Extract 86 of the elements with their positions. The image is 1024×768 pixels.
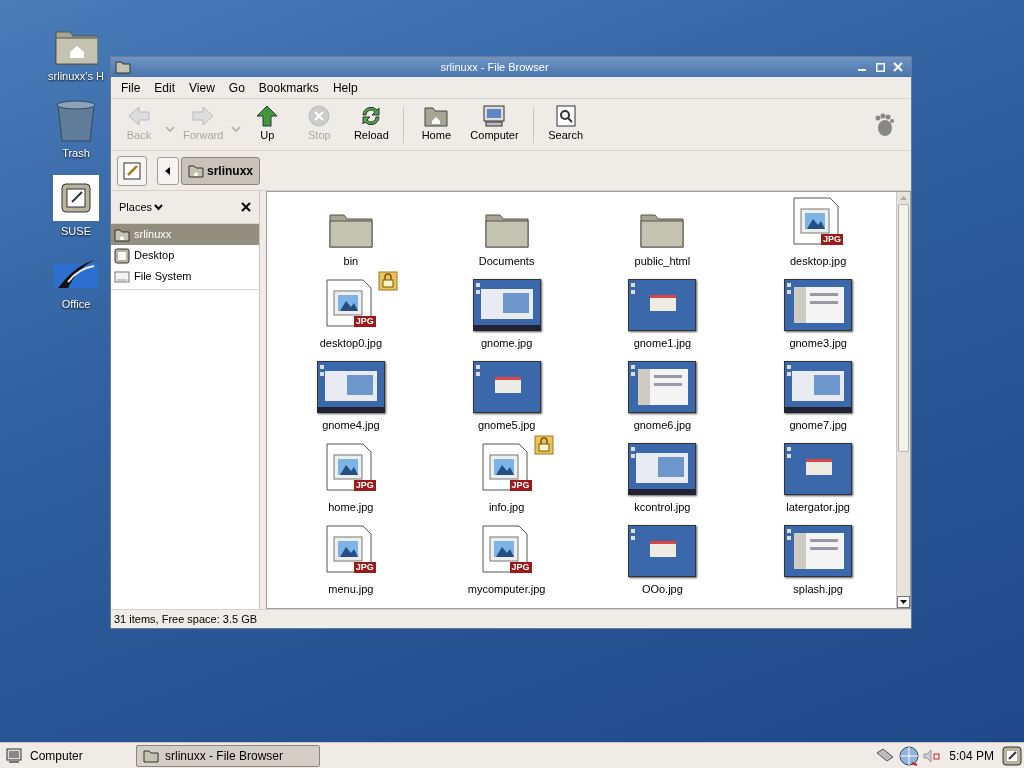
file-label[interactable]: gnome6.jpg — [633, 416, 692, 433]
toolbar-button[interactable]: Reload — [345, 105, 398, 144]
document-icon — [325, 278, 372, 327]
up-arrow-icon — [255, 105, 280, 128]
file-label[interactable]: gnome4.jpg — [322, 416, 380, 433]
menu-item[interactable]: Bookmarks — [252, 76, 325, 99]
clock: 5:04 PM — [949, 747, 994, 765]
taskbar-window-button[interactable]: srlinuxx - File Browser — [136, 744, 320, 767]
document-icon — [481, 442, 528, 491]
home-folder-icon — [188, 163, 204, 178]
jpg-badge: JPG — [353, 561, 376, 573]
globe-icon — [899, 745, 920, 766]
notepad-icon — [60, 182, 92, 214]
notepad-icon — [1002, 745, 1022, 766]
desktop-icon-label[interactable]: Trash — [62, 144, 90, 161]
file-label[interactable]: info.jpg — [488, 498, 525, 515]
file-label[interactable]: OOo.jpg — [641, 580, 683, 597]
file-label[interactable]: home.jpg — [328, 498, 374, 515]
file-label[interactable]: gnome7.jpg — [789, 416, 847, 433]
folder-icon — [143, 748, 159, 763]
close-icon — [241, 202, 251, 212]
scroll-left-button[interactable] — [157, 156, 179, 185]
toolbar-button[interactable]: Search — [539, 105, 592, 144]
drive-icon — [114, 269, 130, 284]
file-label[interactable]: latergator.jpg — [786, 498, 850, 515]
muted-speaker-icon — [923, 748, 942, 763]
home-folder-icon — [114, 227, 130, 242]
scrollbar[interactable] — [896, 192, 910, 608]
desktop-icon-label[interactable]: Office — [61, 295, 91, 312]
file-label[interactable]: desktop.jpg — [790, 252, 847, 269]
status-text: 31 items, Free space: 3.5 GB — [114, 611, 258, 627]
file-label[interactable]: bin — [343, 252, 359, 269]
menu-item[interactable]: Go — [222, 76, 251, 99]
file-label[interactable]: menu.jpg — [328, 580, 374, 597]
menu-item[interactable]: View — [183, 76, 221, 99]
document-icon — [481, 524, 528, 573]
window-title: srlinuxx - File Browser — [439, 59, 550, 75]
edit-location-button[interactable] — [117, 155, 147, 186]
document-icon — [325, 442, 372, 491]
desktop-icon-label[interactable]: srlinuxx's H — [48, 68, 104, 85]
menu-item[interactable]: File — [115, 76, 147, 99]
file-label[interactable]: kcontrol.jpg — [634, 498, 691, 515]
file-label[interactable]: mycomputer.jpg — [467, 580, 546, 597]
pencil-note-icon — [122, 160, 142, 181]
sidebar-item[interactable]: File System — [111, 266, 259, 287]
document-icon — [793, 196, 840, 245]
chevron-down-icon — [154, 203, 164, 211]
toolbar-button[interactable]: Up — [241, 105, 294, 144]
right-arrow-icon — [191, 105, 216, 128]
file-label[interactable]: public_html — [634, 252, 691, 269]
file-label[interactable]: gnome3.jpg — [789, 334, 847, 351]
path-button[interactable]: srlinuxx — [181, 156, 261, 185]
trash-can-icon — [54, 98, 98, 143]
computer-icon — [482, 105, 507, 128]
document-icon — [325, 524, 372, 573]
jpg-badge: JPG — [509, 561, 532, 573]
folder-icon — [115, 60, 131, 74]
file-label[interactable]: Documents — [478, 252, 535, 269]
desktop-icon-tile[interactable] — [53, 175, 99, 221]
file-label[interactable]: gnome5.jpg — [477, 416, 536, 433]
home-folder-icon — [424, 105, 449, 128]
toolbar-button[interactable]: Home — [410, 105, 463, 144]
menu-item[interactable]: Help — [326, 76, 364, 99]
notepad-icon — [114, 247, 130, 264]
computer-menu-button[interactable]: Computer — [0, 746, 130, 765]
jpg-badge: JPG — [509, 479, 532, 491]
left-arrow-icon — [127, 105, 151, 128]
menu-item[interactable]: Edit — [148, 76, 182, 99]
file-label[interactable]: splash.jpg — [793, 580, 843, 597]
places-dropdown[interactable]: Places — [119, 198, 164, 216]
jpg-badge: JPG — [353, 479, 376, 491]
stop-icon — [307, 105, 332, 128]
file-label[interactable]: desktop0.jpg — [319, 334, 383, 351]
jpg-badge: JPG — [821, 233, 844, 245]
minimize-icon — [858, 69, 866, 71]
maximize-icon — [876, 62, 885, 72]
search-icon — [553, 105, 578, 128]
left-triangle-icon — [165, 166, 171, 175]
file-label[interactable]: gnome.jpg — [480, 334, 533, 351]
file-label[interactable]: gnome1.jpg — [633, 334, 692, 351]
sidebar-item[interactable]: Desktop — [111, 245, 259, 266]
computer-icon — [6, 747, 22, 764]
desktop-icon-label[interactable]: SUSE — [61, 223, 91, 240]
close-icon — [893, 62, 903, 72]
jpg-badge: JPG — [353, 315, 376, 327]
toolbar-button[interactable]: Computer — [462, 105, 527, 144]
